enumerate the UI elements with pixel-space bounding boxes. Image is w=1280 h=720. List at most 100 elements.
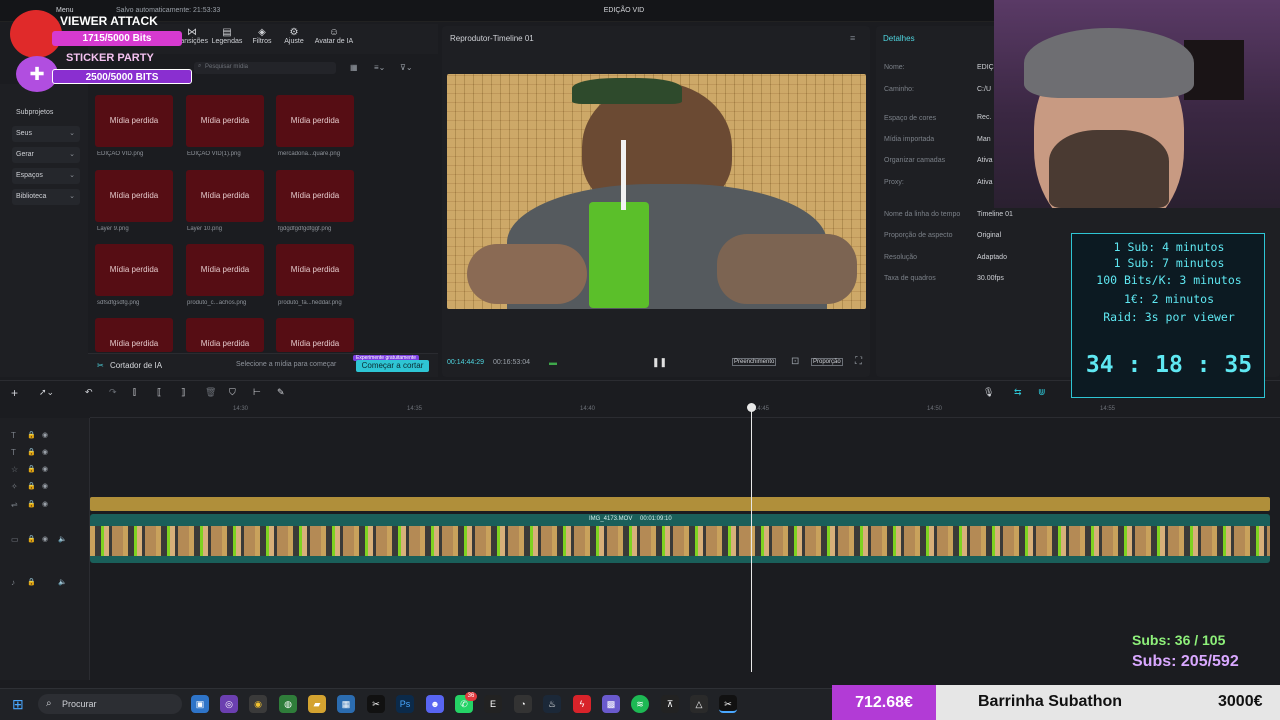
ratio-button[interactable]: Proporção — [811, 358, 843, 366]
subathon-timer-box: 1 Sub: 4 minutos 1 Sub: 7 minutos 100 Bi… — [1071, 233, 1265, 398]
lock-icon[interactable]: 🔒 — [27, 448, 36, 456]
lock-icon[interactable]: 🔒 — [27, 431, 36, 439]
media-thumb[interactable]: Mídia perdida — [186, 318, 264, 352]
lock-icon[interactable]: 🔒 — [27, 482, 36, 490]
lock-icon[interactable]: 🔒 — [27, 500, 36, 508]
sidebar-item-biblioteca[interactable]: Biblioteca ⌄ — [12, 189, 80, 205]
sort-icon[interactable]: ≡⌄ — [374, 63, 385, 72]
speaker-icon[interactable]: 🔈 — [58, 578, 67, 586]
effect-track-icon: ✧ — [11, 482, 18, 491]
tool-adjust[interactable]: ⚙ Ajuste — [278, 28, 310, 46]
eye-icon[interactable]: ◉ — [42, 500, 48, 508]
pause-icon[interactable]: ❚❚ — [652, 357, 667, 368]
app-icon[interactable]: ◔ — [514, 695, 532, 713]
capcut-icon[interactable]: ✂ — [367, 695, 385, 713]
eye-icon[interactable]: ◉ — [42, 535, 48, 543]
sidebar-item-espacos[interactable]: Espaços ⌄ — [12, 168, 80, 184]
steam-icon[interactable]: ♨ — [543, 695, 561, 713]
calculator-icon[interactable]: ▦ — [337, 695, 355, 713]
media-thumb[interactable]: Mídia perdida — [276, 170, 354, 222]
playhead-handle[interactable] — [747, 403, 756, 412]
menu-icon[interactable]: ≡ — [850, 33, 855, 43]
app-icon[interactable]: ϟ — [573, 695, 591, 713]
app-icon[interactable]: ◎ — [220, 695, 238, 713]
app-icon[interactable]: ◍ — [279, 695, 297, 713]
detail-value: Rec. — [977, 114, 992, 121]
lock-icon[interactable]: 🔒 — [27, 465, 36, 473]
media-thumb[interactable]: Mídia perdida — [276, 95, 354, 147]
redo-icon[interactable]: ↷ — [109, 387, 117, 398]
eye-icon[interactable]: ◉ — [42, 448, 48, 456]
adjustment-clip[interactable] — [90, 497, 1270, 511]
lock-icon[interactable]: 🔒 — [27, 535, 36, 543]
media-thumb[interactable]: Mídia perdida — [95, 95, 173, 147]
media-caption: EDIÇÃO VID(1).png — [187, 151, 241, 157]
gallery-app-icon[interactable]: ▣ — [191, 695, 209, 713]
epic-games-icon[interactable]: E — [484, 695, 502, 713]
tool-ai-avatar[interactable]: ☺ Avatar de IA — [311, 28, 357, 46]
screenshot-icon[interactable]: ⊡ — [791, 356, 799, 367]
tool-captions[interactable]: ▤ Legendas — [211, 28, 243, 46]
filter-icon[interactable]: ⊽⌄ — [400, 63, 413, 72]
grid-view-icon[interactable]: ▦ — [350, 63, 358, 72]
beard-shape — [1049, 130, 1169, 208]
details-tab[interactable]: Detalhes — [883, 34, 915, 43]
sidebar-item-gerar[interactable]: Gerar ⌄ — [12, 147, 80, 163]
freeze-icon[interactable]: ⊢ — [253, 387, 261, 398]
app-icon[interactable]: △ — [690, 695, 708, 713]
video-clip[interactable]: IMG_4173.MOV 00:01:09:10 — [90, 514, 1270, 563]
app-icon[interactable]: ⊼ — [661, 695, 679, 713]
trim-left-icon[interactable]: ⟦ — [157, 387, 161, 398]
sidebar-item-seus[interactable]: Seus ⌄ — [12, 126, 80, 142]
media-thumb[interactable]: Mídia perdida — [95, 318, 173, 352]
photoshop-icon[interactable]: Ps — [396, 695, 414, 713]
speaker-icon[interactable]: 🔈 — [58, 535, 67, 543]
sidebar-item-label: Seus — [16, 130, 32, 137]
audio-meter-icon: ▬ — [549, 358, 557, 367]
media-thumb[interactable]: Mídia perdida — [276, 244, 354, 296]
trim-right-icon[interactable]: ⟧ — [181, 387, 185, 398]
search-input[interactable]: Pesquisar mídia — [194, 62, 336, 74]
marker-icon[interactable]: ⛉ — [229, 387, 236, 398]
folder-icon[interactable]: ▰ — [308, 695, 326, 713]
fill-button[interactable]: Preenchimento — [732, 358, 777, 366]
media-thumb[interactable]: Mídia perdida — [186, 244, 264, 296]
tool-filters[interactable]: ◈ Filtros — [246, 28, 278, 46]
split-icon[interactable]: ⫿ — [133, 387, 136, 398]
eye-icon[interactable]: ◉ — [42, 482, 48, 490]
media-thumb[interactable]: Mídia perdida — [95, 244, 173, 296]
ai-hint: Selecione a mídia para começar — [236, 361, 337, 368]
eye-icon[interactable]: ◉ — [42, 465, 48, 473]
app-icon[interactable]: ▩ — [602, 695, 620, 713]
undo-icon[interactable]: ↶ — [85, 387, 93, 398]
media-thumb[interactable]: Mídia perdida — [186, 95, 264, 147]
media-caption: produto_c...achos.png — [187, 300, 247, 306]
media-thumb[interactable]: Mídia perdida — [276, 318, 354, 352]
fullscreen-icon[interactable]: ⛶ — [855, 356, 862, 367]
magnet-icon[interactable]: ⋓ — [1038, 387, 1046, 398]
chrome-icon[interactable]: ◉ — [249, 695, 267, 713]
detail-label: Mídia importada — [884, 136, 935, 143]
taskbar-search[interactable]: Procurar — [38, 694, 182, 714]
windows-start-icon[interactable]: ⊞ — [12, 696, 24, 713]
add-icon[interactable]: + — [11, 386, 18, 400]
sidebar-item-subprojects[interactable]: Subprojetos — [12, 105, 80, 121]
select-icon[interactable]: ➚⌄ — [39, 387, 54, 398]
start-cutting-button[interactable]: Começar a cortar — [356, 360, 429, 372]
media-thumb[interactable]: Mídia perdida — [186, 170, 264, 222]
discord-icon[interactable]: ☻ — [426, 695, 444, 713]
playhead[interactable] — [751, 404, 752, 672]
draw-icon[interactable]: ✎ — [277, 387, 285, 398]
timeline-ruler[interactable]: 14:30 14:35 14:40 14:45 14:50 14:55 — [90, 404, 1280, 418]
straw-shape — [621, 140, 626, 210]
lock-icon[interactable]: 🔒 — [27, 578, 36, 586]
eye-icon[interactable]: ◉ — [42, 431, 48, 439]
delete-icon[interactable]: 🗑 — [205, 387, 216, 398]
spotify-icon[interactable]: ≋ — [631, 695, 649, 713]
capcut-active-icon[interactable]: ✂ — [719, 695, 737, 713]
mic-icon[interactable]: 🎙 — [983, 387, 994, 398]
ai-cutter-bar: ✂ Cortador de IA Selecione a mídia para … — [88, 353, 438, 377]
media-thumb[interactable]: Mídia perdida — [95, 170, 173, 222]
video-preview[interactable] — [447, 74, 866, 309]
link-icon[interactable]: ⇆ — [1014, 387, 1022, 398]
